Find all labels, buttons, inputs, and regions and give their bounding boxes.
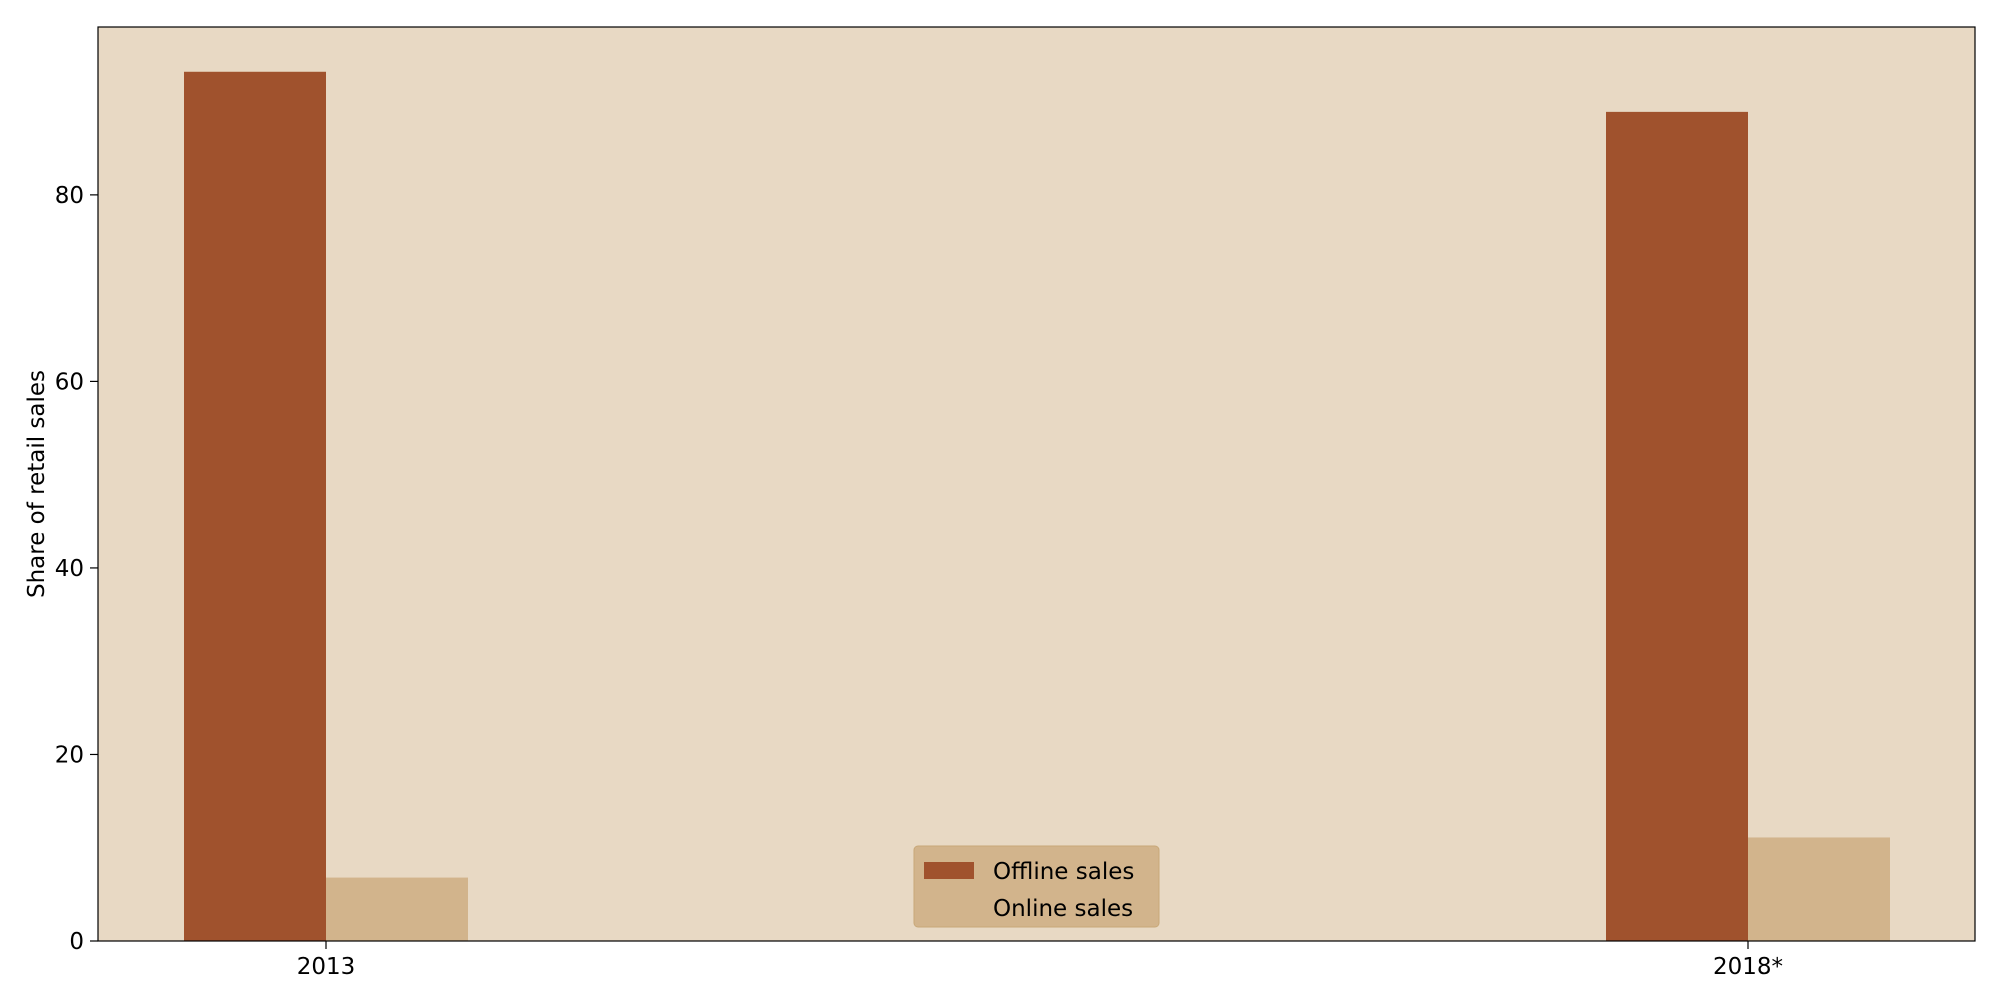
bar-offline-sales-2013 <box>184 71 326 942</box>
y-axis-title: Share of retail sales <box>24 370 50 598</box>
legend-label: Offline sales <box>993 859 1134 885</box>
legend-label: Online sales <box>993 896 1133 922</box>
y-tick-label: 0 <box>69 929 84 955</box>
y-tick-label: 60 <box>55 369 84 395</box>
x-axis: 2013 2018* <box>297 941 1783 980</box>
y-tick-label: 40 <box>55 556 84 582</box>
chart-container: 0 20 40 60 80 2013 2018* Share of retail sale… <box>0 0 2000 1000</box>
y-tick-label: 80 <box>55 183 84 209</box>
x-tick-label: 2018* <box>1713 954 1783 980</box>
bar-online-sales-2013 <box>326 877 468 941</box>
bar-chart: 0 20 40 60 80 2013 2018* Share of retail sale… <box>24 26 1976 980</box>
legend-swatch <box>924 862 974 879</box>
bar-offline-sales-2018 <box>1606 111 1748 941</box>
x-tick-label: 2013 <box>297 954 356 980</box>
legend: Offline sales Online sales <box>913 845 1160 928</box>
bar-online-sales-2018 <box>1748 837 1890 941</box>
legend-swatch <box>924 899 974 916</box>
y-axis: 0 20 40 60 80 <box>55 183 98 955</box>
y-tick-label: 20 <box>55 742 84 768</box>
